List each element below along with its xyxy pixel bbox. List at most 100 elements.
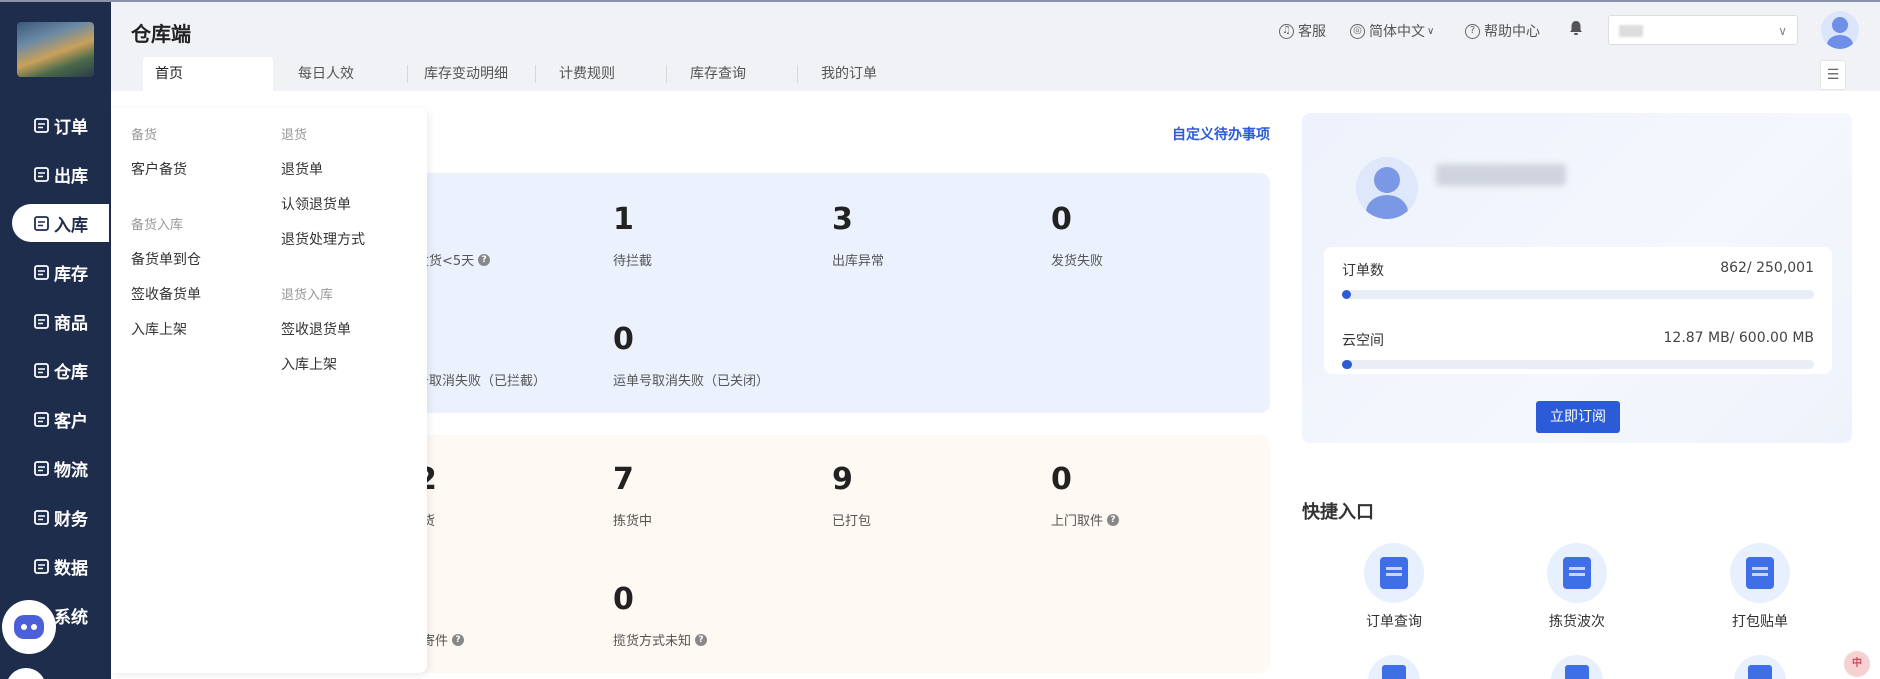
- menu-item-return-handling[interactable]: 退货处理方式: [281, 229, 365, 249]
- sidebar-item-label: 入库: [54, 215, 88, 236]
- tab-home[interactable]: 首页: [143, 57, 273, 91]
- sidebar-item-label: 仓库: [54, 362, 88, 383]
- chevron-down-icon: ∨: [1427, 25, 1435, 37]
- stat-label-send[interactable]: 寄件?: [422, 630, 465, 649]
- sidebar-item-data[interactable]: 数据: [12, 547, 109, 585]
- stat-value-cancel-failed-closed[interactable]: 0: [613, 322, 634, 357]
- stat-value-picking[interactable]: 7: [613, 462, 634, 497]
- menu-item-claim-return[interactable]: 认领退货单: [281, 194, 351, 214]
- menu-item-stock-arrival[interactable]: 备货单到仓: [131, 249, 201, 269]
- tab-inventory-changes[interactable]: 库存变动明细: [412, 57, 542, 91]
- warehouse-icon: [33, 362, 50, 379]
- stat-value-ship-failed[interactable]: 0: [1051, 202, 1072, 237]
- tab-billing-rules[interactable]: 计费规则: [547, 57, 667, 91]
- robot-icon: [14, 615, 44, 639]
- help-icon[interactable]: ?: [478, 253, 491, 266]
- sidebar-item-goods[interactable]: 商品: [12, 302, 109, 340]
- stat-label-picking: 拣货中: [613, 514, 653, 529]
- stat-value-pending-intercept[interactable]: 1: [613, 202, 634, 237]
- user-avatar[interactable]: [1821, 11, 1859, 49]
- assistant-bot-button[interactable]: [2, 600, 56, 654]
- stat-label-ship-lt5[interactable]: 发货<5天?: [416, 250, 491, 269]
- profile-avatar: [1356, 157, 1418, 219]
- chevron-down-icon: ∨: [1778, 24, 1787, 38]
- stat-value-pickup-unknown[interactable]: 0: [613, 582, 634, 617]
- sidebar-item-label: 财务: [54, 509, 88, 530]
- bell-icon[interactable]: [1569, 20, 1583, 36]
- company-logo[interactable]: [17, 22, 94, 77]
- sidebar-item-label: 库存: [54, 264, 88, 285]
- sidebar-item-warehouse[interactable]: 仓库: [12, 351, 109, 389]
- sidebar-item-inventory[interactable]: 库存: [12, 253, 109, 291]
- sidebar-item-inbound[interactable]: 入库: [12, 204, 109, 242]
- menu-group-stock: 备货: [131, 128, 158, 143]
- orders-count-label: 订单数: [1342, 263, 1384, 279]
- menu-item-customer-stock[interactable]: 客户备货: [131, 159, 187, 179]
- profile-name-blurred: [1436, 164, 1566, 186]
- logistics-icon: [33, 460, 50, 477]
- account-select[interactable]: ∨: [1608, 15, 1798, 45]
- floating-assistant-icon[interactable]: 中: [1844, 651, 1870, 677]
- pack-label-icon: [1730, 543, 1790, 603]
- page-tabs: 首页 每日人效 库存变动明细 计费规则 库存查询 我的订单: [111, 57, 1880, 91]
- goods-icon: [33, 313, 50, 330]
- stat-label-pending-intercept: 待拦截: [613, 254, 653, 269]
- menu-item-return-putaway[interactable]: 入库上架: [281, 354, 337, 374]
- sidebar-item-outbound[interactable]: 出库: [12, 155, 109, 193]
- stat-label-cancel-failed-closed: 运单号取消失败（已关闭）: [613, 374, 770, 389]
- quick-entry-6[interactable]: [1705, 655, 1815, 679]
- stat-label-outbound-exception: 出库异常: [832, 254, 885, 269]
- stat-label-pickup[interactable]: 上门取件?: [1051, 510, 1120, 529]
- order-query-icon: [1364, 543, 1424, 603]
- headset-icon: ♫: [1279, 23, 1294, 39]
- inbound-icon: [33, 215, 50, 232]
- outbound-icon: [33, 166, 50, 183]
- menu-item-return-order[interactable]: 退货单: [281, 159, 323, 179]
- custom-todo-link[interactable]: 自定义待办事项: [1172, 124, 1270, 144]
- sidebar-item-label: 数据: [54, 558, 88, 579]
- sidebar-item-finance[interactable]: 财务: [12, 498, 109, 536]
- tab-inventory-query[interactable]: 库存查询: [678, 57, 798, 91]
- stat-value-packed[interactable]: 9: [832, 462, 853, 497]
- app-title: 仓库端: [131, 22, 191, 46]
- menu-item-sign-stock[interactable]: 签收备货单: [131, 284, 201, 304]
- quick-pack-label[interactable]: 打包贴单: [1705, 543, 1815, 631]
- data-icon: [33, 558, 50, 575]
- menu-group-return-inbound: 退货入库: [281, 288, 334, 303]
- tab-my-orders[interactable]: 我的订单: [809, 57, 929, 91]
- picking-wave-icon: [1547, 543, 1607, 603]
- orders-progress-fill: [1342, 290, 1351, 299]
- stat-value-outbound-exception[interactable]: 3: [832, 202, 853, 237]
- sidebar-item-customer[interactable]: 客户: [12, 400, 109, 438]
- stat-value-pickup[interactable]: 0: [1051, 462, 1072, 497]
- shortcut-icon: [1551, 655, 1603, 679]
- tab-divider: [407, 65, 408, 83]
- sidebar-item-logistics[interactable]: 物流: [12, 449, 109, 487]
- inbound-dropdown-menu: 备货 客户备货 备货入库 备货单到仓 签收备货单 入库上架 退货 退货单 认领退…: [111, 108, 427, 673]
- customer-service-link[interactable]: ♫ 客服: [1279, 21, 1326, 41]
- stat-label-packed: 已打包: [832, 514, 872, 529]
- tab-daily-efficiency[interactable]: 每日人效: [286, 57, 406, 91]
- menu-item-putaway[interactable]: 入库上架: [131, 319, 187, 339]
- shortcut-icon: [1368, 655, 1420, 679]
- help-icon[interactable]: ?: [452, 633, 465, 646]
- tab-divider: [535, 65, 536, 83]
- help-center-link[interactable]: ? 帮助中心: [1465, 21, 1540, 41]
- stat-label-pickup-unknown[interactable]: 揽货方式未知?: [613, 630, 708, 649]
- menu-item-sign-return[interactable]: 签收退货单: [281, 319, 351, 339]
- tab-menu-button[interactable]: ☰: [1820, 60, 1846, 90]
- tab-divider: [797, 65, 798, 83]
- help-icon[interactable]: ?: [695, 633, 708, 646]
- subscribe-button[interactable]: 立即订阅: [1536, 401, 1620, 433]
- quick-order-query[interactable]: 订单查询: [1339, 543, 1449, 631]
- globe-icon: ◎: [1350, 23, 1365, 39]
- sidebar-item-order[interactable]: 订单: [12, 106, 109, 144]
- language-selector[interactable]: ◎ 简体中文 ∨: [1350, 21, 1434, 41]
- quick-entry-5[interactable]: [1522, 655, 1632, 679]
- quick-entry-4[interactable]: [1339, 655, 1449, 679]
- question-icon: ?: [1465, 23, 1480, 39]
- quick-picking-wave[interactable]: 拣货波次: [1522, 543, 1632, 631]
- orders-count-value: 862/ 250,001: [1720, 260, 1814, 276]
- help-icon[interactable]: ?: [1107, 513, 1120, 526]
- shortcut-icon: [1734, 655, 1786, 679]
